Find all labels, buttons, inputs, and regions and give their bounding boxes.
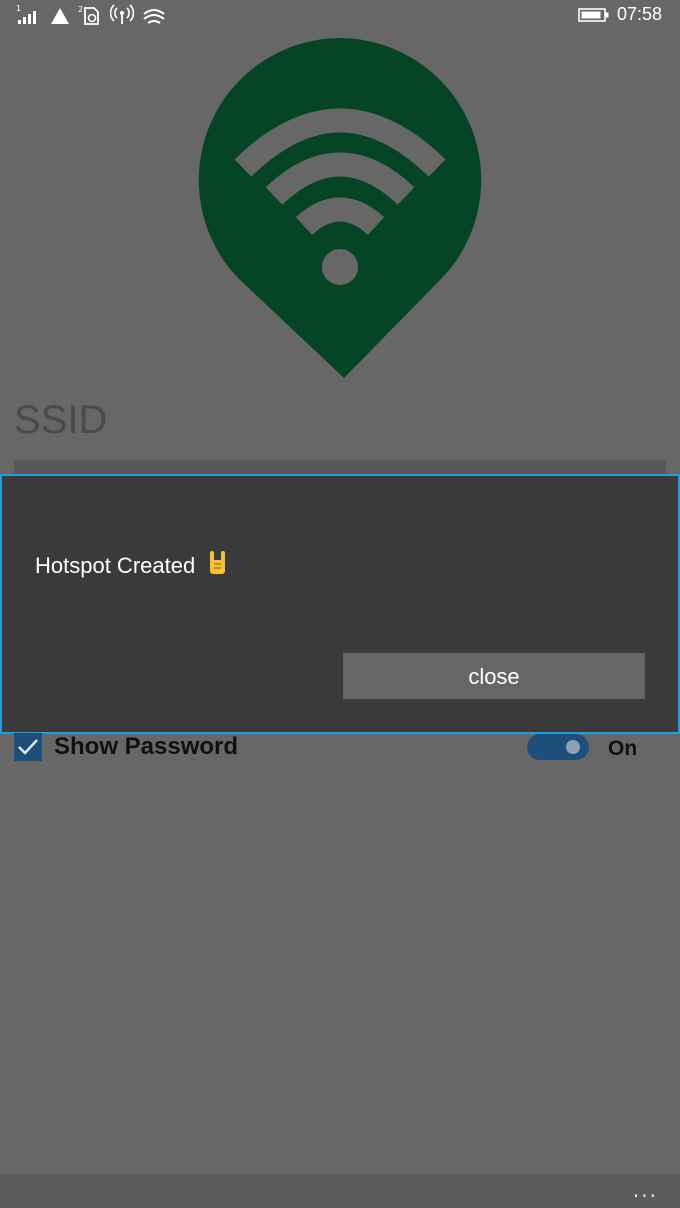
wifi-icon <box>143 9 165 24</box>
hotspot-toggle[interactable] <box>527 734 589 760</box>
status-time: 07:58 <box>616 4 662 24</box>
wifi-location-pin-icon <box>198 38 482 378</box>
dialog-message-text: Hotspot Created <box>35 553 196 578</box>
rock-on-hand-icon <box>210 551 226 574</box>
ssid-label: SSID <box>14 398 108 442</box>
battery-icon <box>578 8 609 22</box>
hotspot-dialog: Hotspot Created close <box>0 474 680 734</box>
sim2-icon: 2 <box>78 5 99 25</box>
checkmark-icon <box>18 739 38 755</box>
show-password-row[interactable]: Show Password <box>14 731 238 763</box>
app-bar: ... <box>0 1174 680 1208</box>
svg-text:1: 1 <box>16 4 21 13</box>
signal-icon: 1 <box>16 4 36 24</box>
toggle-state-label: On <box>608 737 638 760</box>
toggle-knob <box>566 740 580 754</box>
hotspot-broadcast-icon <box>110 4 134 24</box>
show-password-checkbox[interactable] <box>14 733 42 761</box>
dialog-message: Hotspot Created <box>35 550 229 579</box>
svg-text:2: 2 <box>78 5 83 14</box>
status-bar: 1 2 07:58 <box>0 0 680 32</box>
close-button[interactable]: close <box>343 653 645 699</box>
more-options-button[interactable]: ... <box>633 1178 658 1202</box>
sim-notification-icon <box>51 8 69 24</box>
show-password-label: Show Password <box>54 733 239 760</box>
